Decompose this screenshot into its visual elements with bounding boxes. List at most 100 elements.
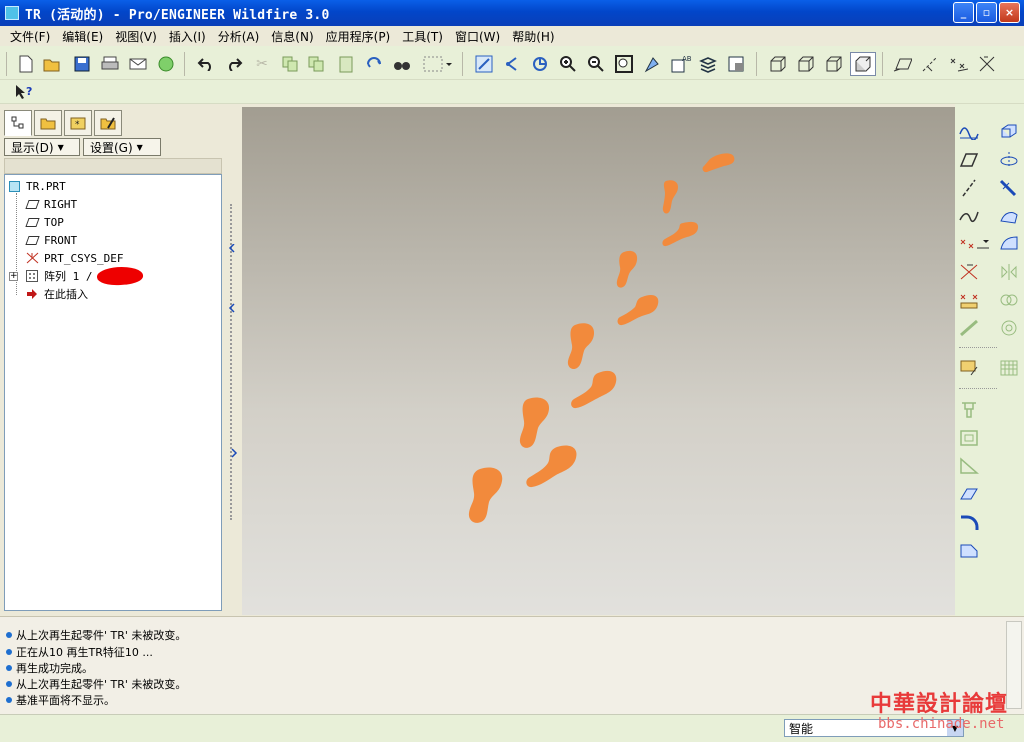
datum-points-icon[interactable] (948, 54, 968, 74)
show-dropdown[interactable]: 显示(D) ▼ (4, 138, 80, 156)
find-binoculars-icon[interactable] (392, 54, 412, 74)
boundary-blend-icon[interactable] (999, 234, 1019, 254)
selection-box-icon[interactable] (420, 54, 454, 74)
settings-dropdown[interactable]: 设置(G) ▼ (83, 138, 161, 156)
menu-insert[interactable]: 插入(I) (163, 28, 212, 45)
sketch-tool-icon[interactable] (959, 122, 979, 142)
datum-axes-icon[interactable] (920, 54, 940, 74)
redaction-mark (95, 265, 144, 287)
message-text: 基准平面将不显示。 (16, 694, 115, 707)
maximize-button[interactable]: ▫ (976, 2, 997, 23)
tree-item-part[interactable]: TR.PRT (7, 177, 66, 195)
revolve-icon[interactable] (999, 150, 1019, 170)
round-icon[interactable] (959, 512, 979, 532)
datum-point-tool-icon[interactable] (959, 234, 989, 254)
orient-icon[interactable] (530, 54, 550, 74)
tree-item-insert-here[interactable]: 在此插入 (25, 285, 88, 303)
menu-analysis[interactable]: 分析(A) (212, 28, 266, 45)
print-icon[interactable] (100, 54, 120, 74)
sash-arrows-icon[interactable] (228, 244, 238, 474)
new-file-icon[interactable] (16, 54, 36, 74)
close-button[interactable]: × (999, 2, 1020, 23)
tab-folder-browser[interactable] (34, 110, 62, 136)
tab-model-tree[interactable] (4, 110, 32, 136)
shell-icon[interactable] (959, 428, 979, 448)
pattern-tool-icon[interactable] (999, 358, 1019, 378)
csys-tool-icon[interactable] (959, 262, 979, 282)
coordinate-systems-icon[interactable] (976, 54, 996, 74)
info-bullet-icon (6, 632, 12, 638)
datum-planes-icon[interactable] (892, 54, 912, 74)
tab-connections[interactable] (94, 110, 122, 136)
undo-icon[interactable] (196, 54, 216, 74)
zoom-out-icon[interactable] (586, 54, 606, 74)
menu-view[interactable]: 视图(V) (109, 28, 163, 45)
insert-mode-icon[interactable] (959, 358, 979, 378)
expand-toggle-icon[interactable]: + (9, 272, 18, 281)
trim-icon[interactable] (959, 318, 979, 338)
extrude-icon[interactable] (999, 122, 1019, 142)
cut-icon[interactable]: ✂ (252, 54, 272, 74)
svg-text:AB: AB (682, 55, 692, 63)
footprint-left (526, 445, 577, 488)
sweep-icon[interactable] (999, 178, 1019, 198)
mail-icon[interactable] (128, 54, 148, 74)
menu-tools[interactable]: 工具(T) (396, 28, 449, 45)
tab-favorites[interactable]: * (64, 110, 92, 136)
refit-icon[interactable] (614, 54, 634, 74)
offset-icon[interactable] (999, 318, 1019, 338)
chamfer-icon[interactable] (959, 540, 979, 560)
zoom-in-icon[interactable] (558, 54, 578, 74)
whats-this-help-icon[interactable]: ? (14, 82, 34, 102)
paste-icon[interactable] (306, 54, 326, 74)
copy-icon[interactable] (280, 54, 300, 74)
tree-item-top-plane[interactable]: TOP (24, 213, 64, 231)
minimize-button[interactable]: _ (953, 2, 974, 23)
menu-info[interactable]: 信息(N) (265, 28, 319, 45)
save-icon[interactable] (72, 54, 92, 74)
reorient-icon[interactable] (642, 54, 662, 74)
mirror-icon[interactable] (999, 262, 1019, 282)
regenerate-green-icon[interactable] (156, 54, 176, 74)
blend-icon[interactable] (999, 206, 1019, 226)
forum-watermark: 中華設計論壇 bbs.chinade.net (866, 686, 1020, 738)
menu-window[interactable]: 窗口(W) (449, 28, 506, 45)
tree-item-label: FRONT (44, 233, 78, 247)
hidden-line-icon[interactable] (796, 54, 816, 74)
tree-item-pattern[interactable]: 阵列 1 / (25, 265, 144, 287)
tree-item-right-plane[interactable]: RIGHT (24, 195, 77, 213)
settings-dropdown-label: 设置(G) (90, 140, 133, 155)
spin-center-icon[interactable] (502, 54, 522, 74)
hole-icon[interactable] (959, 400, 979, 420)
graphics-window[interactable] (242, 107, 955, 615)
tree-item-front-plane[interactable]: FRONT (24, 231, 78, 249)
app-icon (5, 6, 19, 20)
datum-plane-tool-icon[interactable] (959, 150, 979, 170)
wireframe-icon[interactable] (768, 54, 788, 74)
watermark-title: 中華設計論壇 (870, 691, 1009, 717)
saved-views-icon[interactable]: AB (670, 54, 692, 74)
analysis-tool-icon[interactable] (959, 290, 979, 310)
redo-icon[interactable] (224, 54, 244, 74)
no-hidden-icon[interactable] (824, 54, 844, 74)
repaint-icon[interactable] (474, 54, 494, 74)
model-tree: TR.PRT RIGHT TOP FRONT PRT_CSYS_DEF + 阵列… (4, 174, 222, 611)
layers-icon[interactable] (698, 54, 718, 74)
open-folder-icon[interactable] (42, 54, 62, 74)
view-manager-icon[interactable] (726, 54, 746, 74)
shading-icon[interactable] (850, 52, 876, 76)
menu-edit[interactable]: 编辑(E) (56, 28, 109, 45)
tree-item-csys[interactable]: PRT_CSYS_DEF (25, 249, 123, 267)
panel-splitter[interactable] (228, 104, 242, 616)
datum-axis-tool-icon[interactable] (959, 178, 979, 198)
datum-curve-tool-icon[interactable] (959, 206, 979, 226)
regenerate-icon[interactable] (364, 54, 384, 74)
footprint-left (617, 295, 659, 326)
rib-icon[interactable] (959, 456, 979, 476)
menu-file[interactable]: 文件(F) (4, 28, 56, 45)
draft-icon[interactable] (959, 484, 979, 504)
paste-special-icon[interactable] (336, 54, 356, 74)
menu-help[interactable]: 帮助(H) (506, 28, 560, 45)
menu-applications[interactable]: 应用程序(P) (320, 28, 397, 45)
merge-icon[interactable] (999, 290, 1019, 310)
